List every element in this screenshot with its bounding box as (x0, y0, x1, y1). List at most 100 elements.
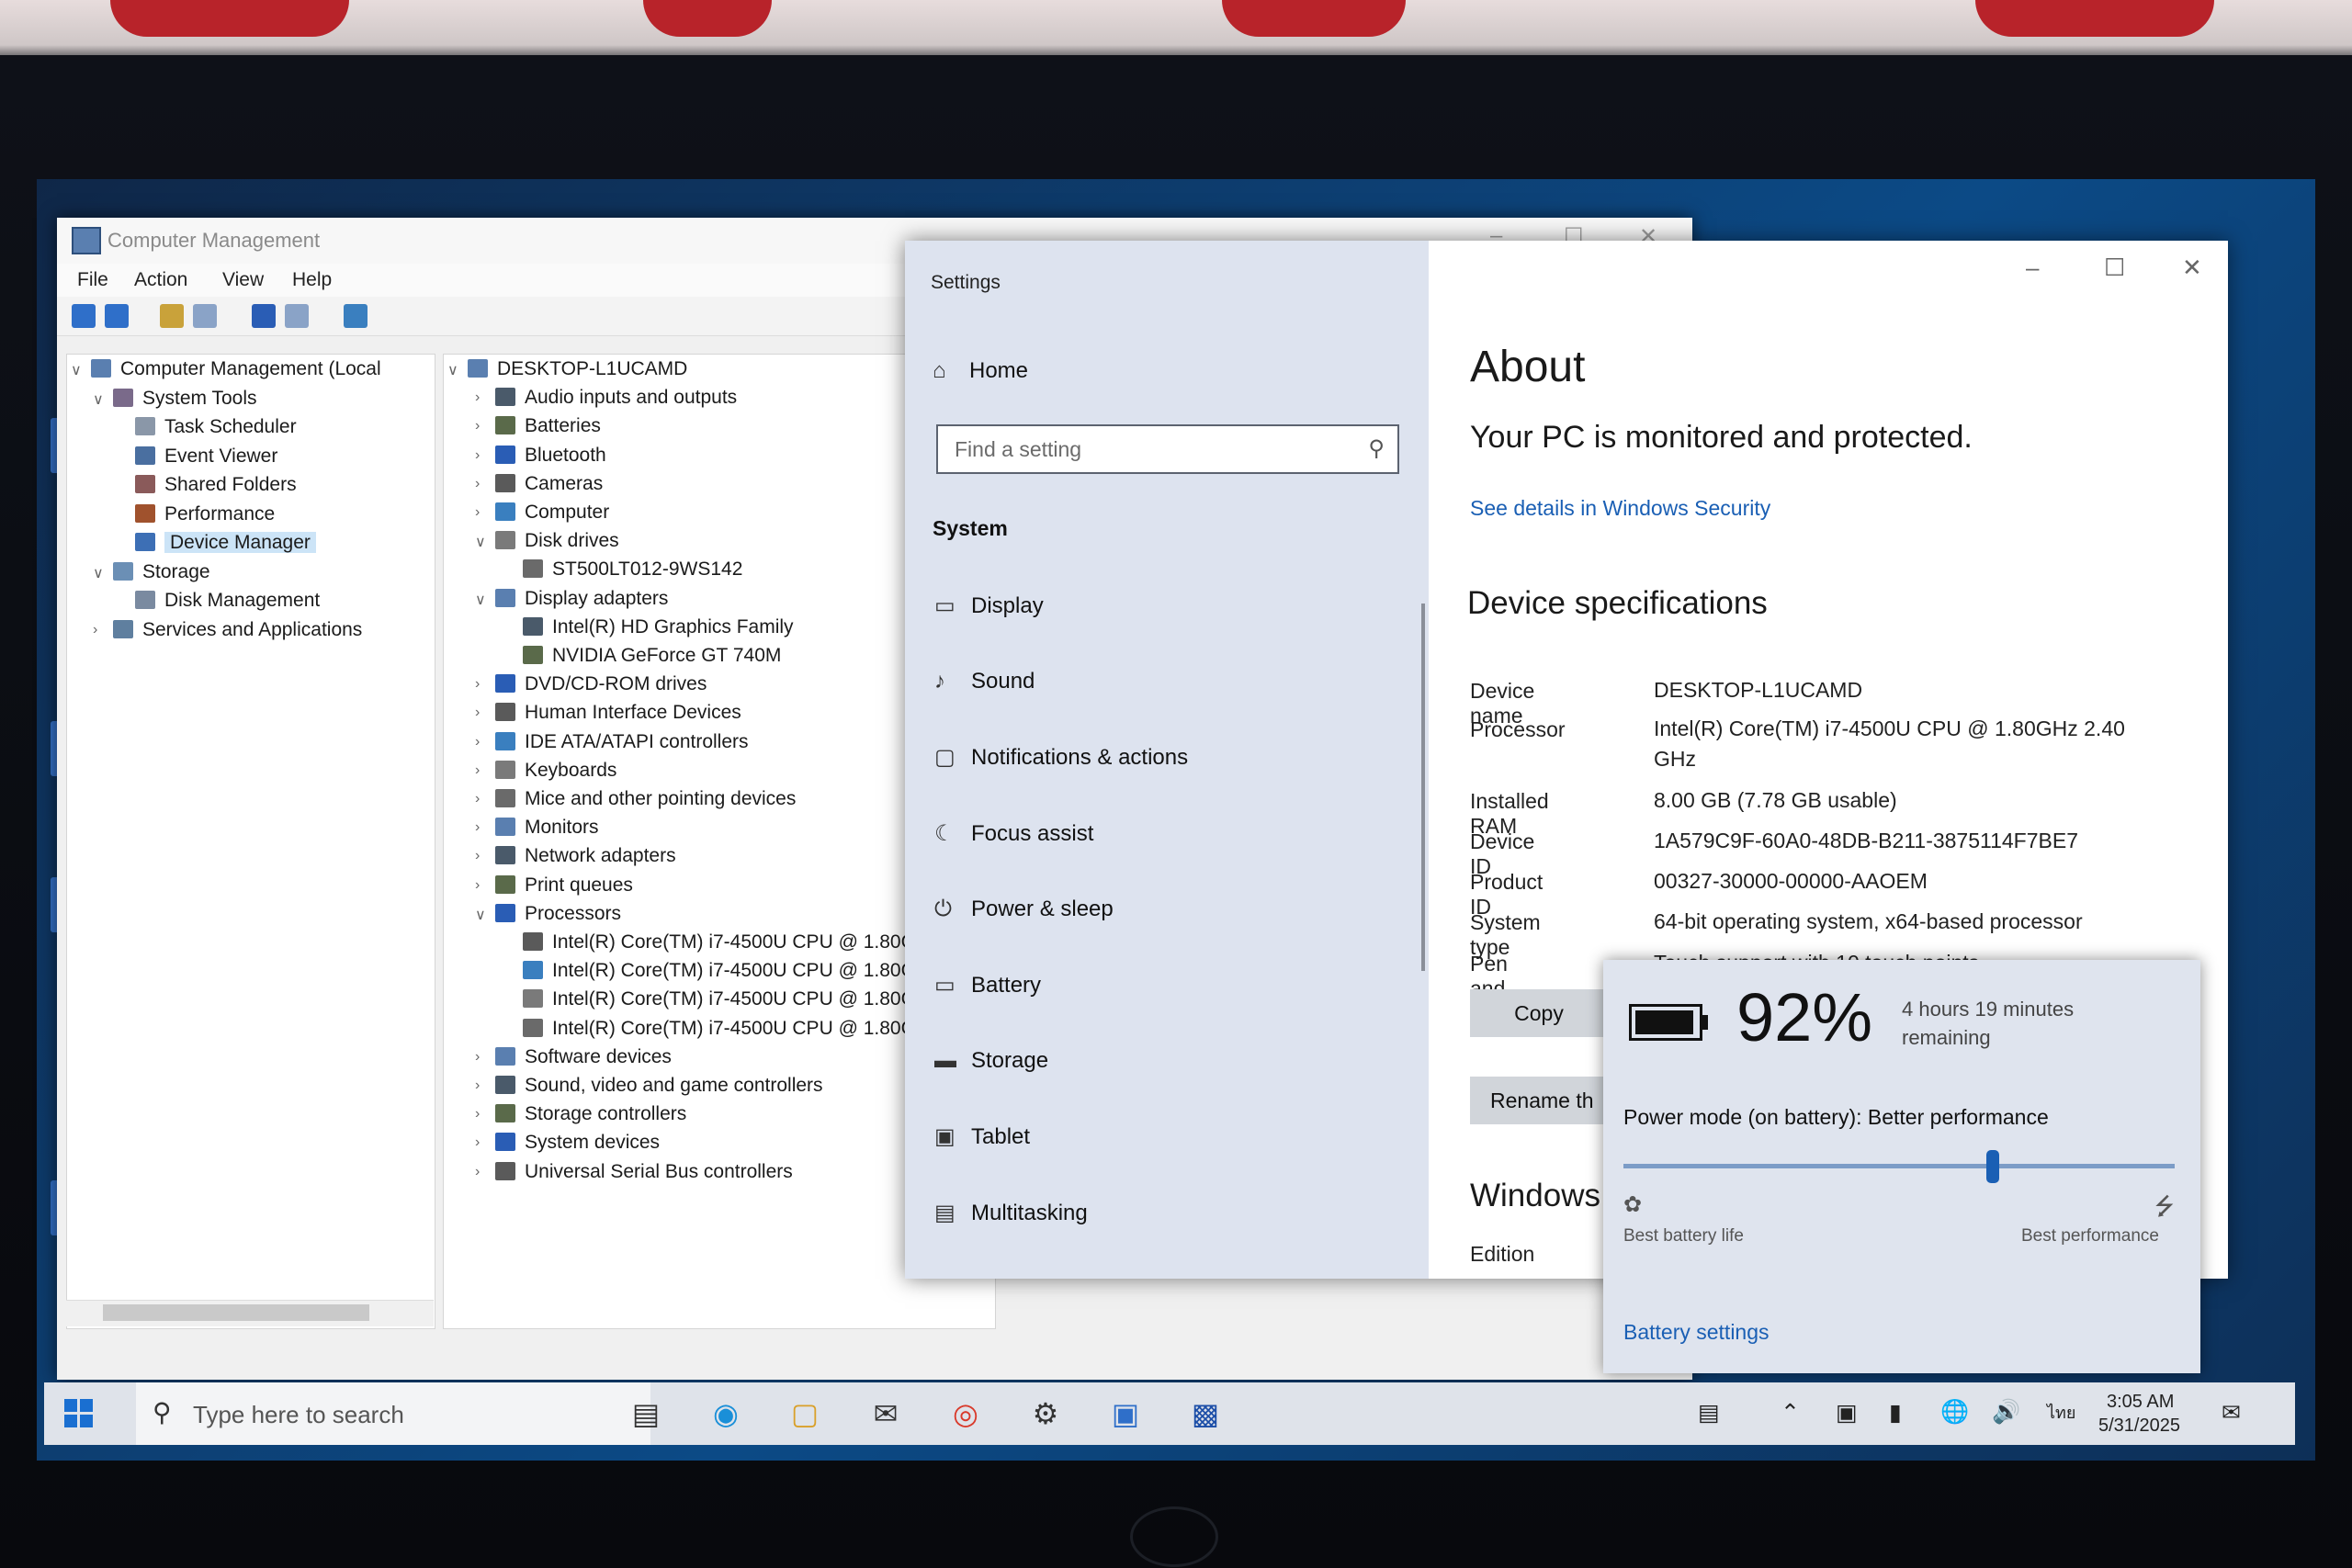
battery-settings-link[interactable]: Battery settings (1623, 1320, 1770, 1345)
minimize-button[interactable]: – (2026, 254, 2039, 282)
tree-node[interactable]: › Keyboards (475, 760, 616, 782)
tree-node[interactable]: Intel(R) Core(TM) i7-4500U CPU @ 1.80GHz (523, 960, 940, 982)
tree-node[interactable]: › Universal Serial Bus controllers (475, 1161, 793, 1183)
properties-icon[interactable] (285, 304, 309, 328)
chevron-right-icon[interactable]: › (93, 622, 97, 638)
tree-node[interactable]: › Bluetooth (475, 445, 606, 467)
nav-multitasking[interactable]: ▤ Multitasking (934, 1200, 1088, 1226)
menu-help[interactable]: Help (292, 269, 332, 291)
tree-node[interactable]: ∨ Storage (93, 561, 210, 583)
battery-icon[interactable]: ▮ (1889, 1399, 1902, 1427)
taskbar-search-box[interactable]: ⚲ Type here to search (136, 1382, 650, 1445)
tree-node[interactable]: Event Viewer (135, 446, 277, 468)
menu-file[interactable]: File (77, 269, 108, 291)
nav-focus-assist[interactable]: ☾ Focus assist (934, 820, 1093, 847)
maximize-button[interactable]: ☐ (2104, 254, 2125, 282)
snipping-tool-icon[interactable]: ▩ (1187, 1395, 1224, 1432)
chevron-right-icon[interactable]: › (475, 447, 480, 464)
tree-node[interactable]: Task Scheduler (135, 416, 297, 438)
chevron-right-icon[interactable]: › (475, 1106, 480, 1122)
tree-node[interactable]: Device Manager (135, 532, 316, 554)
tree-node[interactable]: › DVD/CD-ROM drives (475, 673, 707, 695)
network-icon[interactable]: 🌐 (1940, 1399, 1969, 1426)
tree-node[interactable]: Shared Folders (135, 474, 297, 496)
tree-node[interactable]: › Human Interface Devices (475, 702, 741, 724)
tree-node[interactable]: Intel(R) HD Graphics Family (523, 616, 794, 638)
meet-icon[interactable]: ▣ (1836, 1399, 1858, 1427)
nav-notifications-actions[interactable]: ▢ Notifications & actions (934, 744, 1188, 771)
chevron-right-icon[interactable]: › (475, 1077, 480, 1094)
chevron-down-icon[interactable]: ∨ (475, 906, 486, 924)
tree-node[interactable]: ∨ Disk drives (475, 530, 619, 552)
chevron-down-icon[interactable]: ∨ (475, 533, 486, 551)
tree-node[interactable]: › Software devices (475, 1046, 672, 1068)
tree-node[interactable]: Intel(R) Core(TM) i7-4500U CPU @ 1.80GHz (523, 1018, 940, 1040)
tree-node[interactable]: › System devices (475, 1132, 660, 1154)
rename-pc-button[interactable]: Rename th (1470, 1077, 1608, 1124)
clock-date[interactable]: 5/31/2025 (2098, 1416, 2180, 1437)
monitor-icon[interactable] (344, 304, 368, 328)
tree-node[interactable]: Intel(R) Core(TM) i7-4500U CPU @ 1.80GHz (523, 988, 940, 1010)
chevron-right-icon[interactable]: › (475, 418, 480, 434)
tree-node[interactable]: ∨ Processors (475, 903, 621, 925)
tree-node[interactable]: › Cameras (475, 473, 603, 495)
chevron-right-icon[interactable]: › (475, 791, 480, 807)
nav-display[interactable]: ▭ Display (934, 592, 1044, 619)
chevron-right-icon[interactable]: › (475, 1134, 480, 1151)
chevron-right-icon[interactable]: › (475, 476, 480, 492)
nav-storage[interactable]: ▬ Storage (934, 1048, 1048, 1074)
task-view-icon[interactable]: ▤ (628, 1395, 664, 1432)
menu-action[interactable]: Action (134, 269, 187, 291)
language-icon[interactable]: ไทย (2047, 1399, 2075, 1426)
chevron-right-icon[interactable]: › (475, 762, 480, 779)
chevron-down-icon[interactable]: ∨ (71, 361, 82, 379)
news-icon[interactable]: ▤ (1698, 1399, 1720, 1427)
tree-node[interactable]: › Computer (475, 502, 609, 524)
tree-node[interactable]: › Storage controllers (475, 1103, 686, 1125)
power-mode-slider-thumb[interactable] (1986, 1150, 1999, 1183)
start-button[interactable] (64, 1399, 94, 1428)
tree-node[interactable]: › Sound, video and game controllers (475, 1075, 823, 1097)
chevron-up-icon[interactable]: ⌃ (1781, 1399, 1800, 1427)
mail-icon[interactable]: ✉ (867, 1395, 904, 1432)
chevron-down-icon[interactable]: ∨ (475, 591, 486, 609)
chevron-right-icon[interactable]: › (475, 877, 480, 894)
chevron-right-icon[interactable]: › (475, 705, 480, 721)
chevron-right-icon[interactable]: › (475, 389, 480, 406)
tree-node[interactable]: › Monitors (475, 817, 599, 839)
volume-icon[interactable]: 🔊 (1992, 1399, 2020, 1426)
tree-node[interactable]: › Print queues (475, 874, 633, 897)
computer-management-icon[interactable]: ▣ (1107, 1395, 1144, 1432)
chevron-down-icon[interactable]: ∨ (447, 361, 458, 379)
tree-node[interactable]: › IDE ATA/ATAPI controllers (475, 731, 749, 753)
forward-arrow-icon[interactable] (105, 304, 129, 328)
chevron-right-icon[interactable]: › (475, 504, 480, 521)
tree-node[interactable]: ST500LT012-9WS142 (523, 558, 742, 581)
file-explorer-icon[interactable]: ▢ (786, 1395, 823, 1432)
chevron-right-icon[interactable]: › (475, 819, 480, 836)
search-box[interactable]: Find a setting ⚲ (936, 424, 1399, 474)
tree-node[interactable]: › Batteries (475, 415, 601, 437)
tree-node[interactable]: › Services and Applications (93, 619, 362, 641)
help-icon[interactable] (252, 304, 276, 328)
nav-power-sleep[interactable]: ⏻ Power & sleep (934, 897, 1114, 922)
chevron-right-icon[interactable]: › (475, 1049, 480, 1066)
chrome-icon[interactable]: ◎ (947, 1395, 984, 1432)
chevron-down-icon[interactable]: ∨ (93, 390, 104, 409)
power-mode-slider[interactable] (1623, 1164, 2175, 1168)
action-center-icon[interactable]: ✉ (2222, 1399, 2241, 1427)
windows-security-link[interactable]: See details in Windows Security (1470, 496, 1770, 521)
tree-node[interactable]: ∨ Display adapters (475, 588, 668, 610)
chevron-right-icon[interactable]: › (475, 734, 480, 750)
clock-time[interactable]: 3:05 AM (2107, 1392, 2174, 1413)
tree-node[interactable]: Intel(R) Core(TM) i7-4500U CPU @ 1.80GHz (523, 931, 940, 953)
tree-node[interactable]: Performance (135, 503, 275, 525)
tree-node[interactable]: › Mice and other pointing devices (475, 788, 796, 810)
back-arrow-icon[interactable] (72, 304, 96, 328)
tree-node[interactable]: ∨ Computer Management (Local (71, 358, 381, 380)
tree-node[interactable]: Disk Management (135, 590, 320, 612)
up-folder-icon[interactable] (160, 304, 184, 328)
nav-sound[interactable]: ♪ Sound (934, 669, 1035, 694)
copy-button[interactable]: Copy (1470, 989, 1608, 1037)
edge-icon[interactable]: ◉ (707, 1395, 744, 1432)
